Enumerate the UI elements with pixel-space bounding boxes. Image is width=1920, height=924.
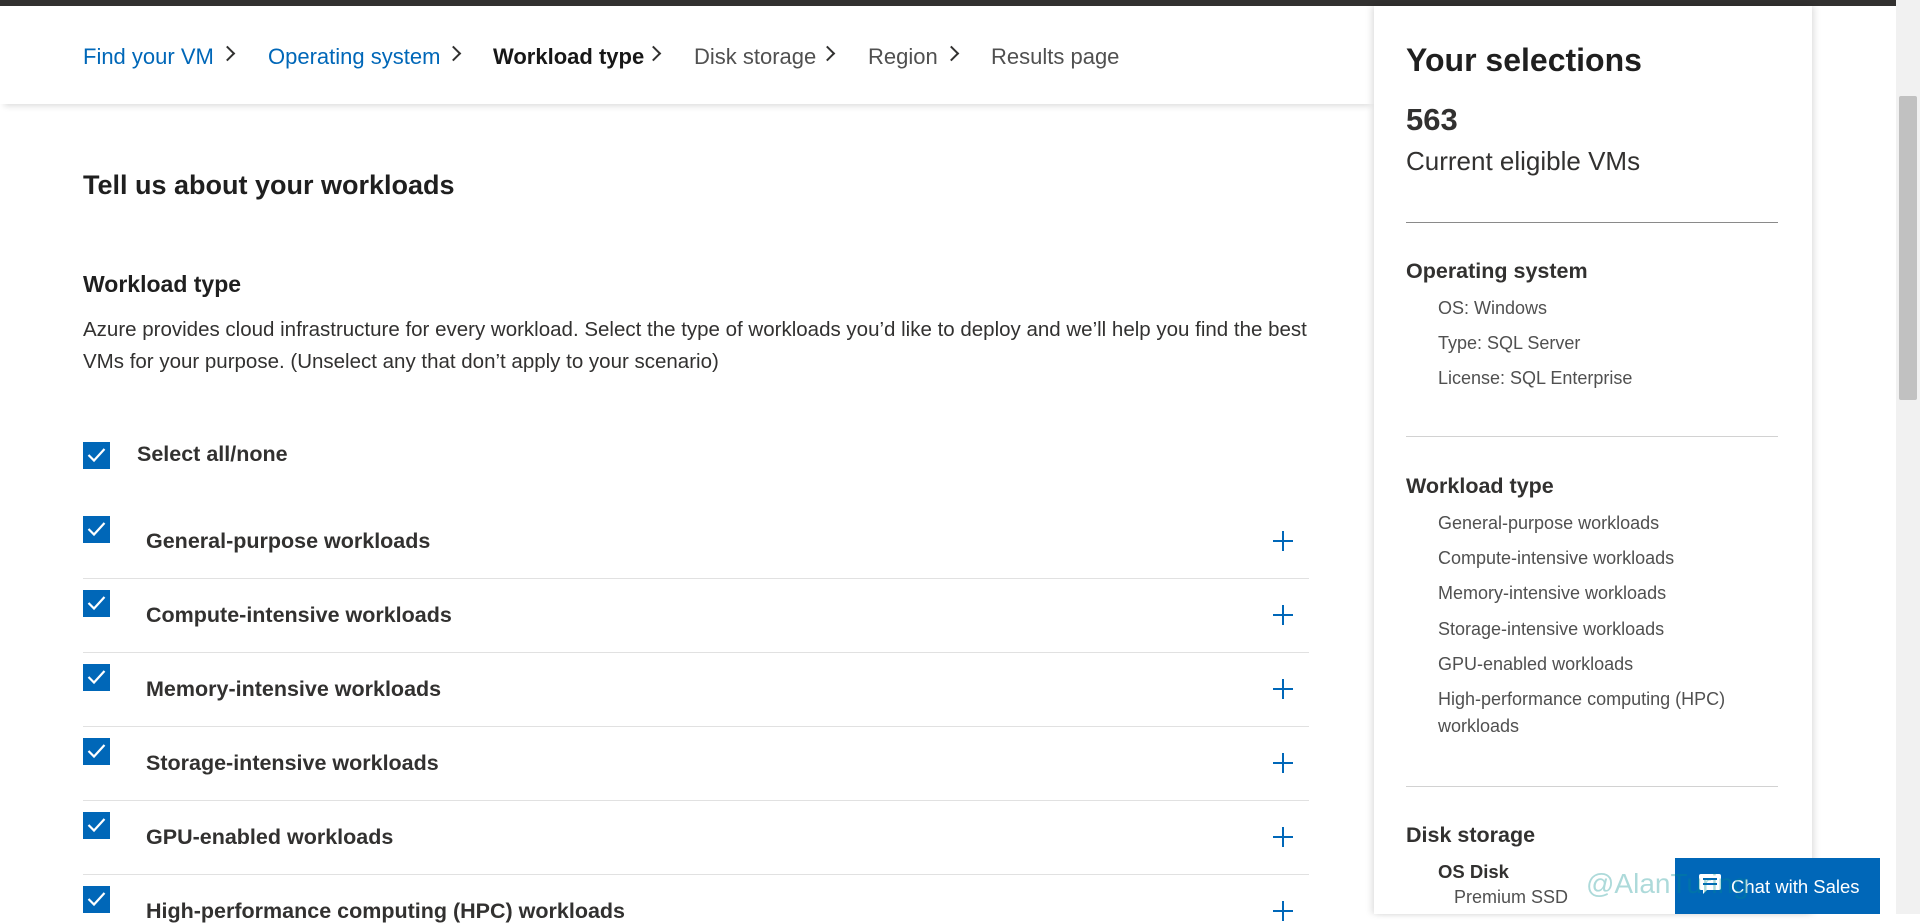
eligible-vm-count: 563 xyxy=(1406,102,1458,137)
breadcrumb-operating-system[interactable]: Operating system xyxy=(268,43,440,71)
summary-os-heading: Operating system xyxy=(1406,259,1588,283)
summary-workload-heading: Workload type xyxy=(1406,474,1554,498)
chat-label: Chat with Sales xyxy=(1731,876,1860,897)
summary-workload-item: Memory-intensive workloads xyxy=(1438,583,1667,603)
summary-disk-subheading: OS Disk xyxy=(1438,861,1509,882)
selections-panel: Your selections 563 Current eligible VMs… xyxy=(1374,6,1812,914)
page-title: Tell us about your workloads xyxy=(83,170,455,200)
workload-checkbox[interactable] xyxy=(83,812,110,839)
breadcrumb-find-your-vm[interactable]: Find your VM xyxy=(83,43,214,71)
workload-label: Compute-intensive workloads xyxy=(146,603,452,627)
selections-title: Your selections xyxy=(1406,42,1642,78)
breadcrumb-results-page[interactable]: Results page xyxy=(991,43,1119,71)
summary-workload-item: GPU-enabled workloads xyxy=(1438,654,1634,674)
summary-os-item: OS: Windows xyxy=(1438,298,1548,318)
breadcrumb-region[interactable]: Region xyxy=(868,43,938,71)
workload-row-gpu-enabled[interactable]: GPU-enabled workloads xyxy=(83,800,1309,875)
check-icon xyxy=(87,744,106,759)
check-icon xyxy=(87,522,106,537)
section-title: Workload type xyxy=(83,271,242,297)
workload-checkbox[interactable] xyxy=(83,590,110,617)
check-icon xyxy=(87,670,106,685)
chevron-right-icon xyxy=(645,45,662,62)
workload-label: High-performance computing (HPC) workloa… xyxy=(146,899,626,923)
workload-row-storage-intensive[interactable]: Storage-intensive workloads xyxy=(83,726,1309,801)
workload-row-general-purpose[interactable]: General-purpose workloads xyxy=(83,504,1309,579)
workload-checkbox[interactable] xyxy=(83,664,110,691)
workload-checkbox[interactable] xyxy=(83,886,110,913)
chevron-right-icon xyxy=(219,45,236,62)
workload-row-compute-intensive[interactable]: Compute-intensive workloads xyxy=(83,578,1309,653)
workload-label: Storage-intensive workloads xyxy=(146,751,439,775)
summary-workload-item: Storage-intensive workloads xyxy=(1438,619,1665,639)
breadcrumb: Find your VM Operating system Workload t… xyxy=(0,6,1374,104)
workload-row-memory-intensive[interactable]: Memory-intensive workloads xyxy=(83,652,1309,727)
chevron-right-icon xyxy=(445,45,462,62)
watermark: @AlanTuring xyxy=(1586,868,1749,899)
eligible-vm-label: Current eligible VMs xyxy=(1406,146,1641,176)
divider xyxy=(1406,786,1778,787)
scrollbar-thumb[interactable] xyxy=(1899,96,1917,400)
summary-workload-item: Compute-intensive workloads xyxy=(1438,548,1675,568)
summary-disk-item: Premium SSD xyxy=(1454,887,1569,907)
chevron-right-icon xyxy=(943,45,960,62)
divider xyxy=(1406,436,1778,437)
summary-os-item: License: SQL Enterprise xyxy=(1438,368,1633,388)
check-icon xyxy=(87,818,106,833)
workload-label: Memory-intensive workloads xyxy=(146,677,442,701)
plus-icon[interactable] xyxy=(1273,679,1293,699)
plus-icon[interactable] xyxy=(1273,605,1293,625)
plus-icon[interactable] xyxy=(1273,753,1293,773)
section-description: Azure provides cloud infrastructure for … xyxy=(83,318,1307,373)
workload-checkbox[interactable] xyxy=(83,516,110,543)
chevron-right-icon xyxy=(819,45,836,62)
summary-workload-item: General-purpose workloads xyxy=(1438,513,1660,533)
select-all-checkbox[interactable] xyxy=(83,442,110,469)
summary-os-item: Type: SQL Server xyxy=(1438,333,1581,353)
summary-disk-heading: Disk storage xyxy=(1406,823,1536,847)
summary-workload-item: High-performance computing (HPC) workloa… xyxy=(1438,689,1726,736)
select-all-label[interactable]: Select all/none xyxy=(137,442,288,467)
divider xyxy=(1406,222,1778,223)
check-icon xyxy=(87,448,106,463)
breadcrumb-disk-storage[interactable]: Disk storage xyxy=(694,43,816,71)
breadcrumb-workload-type: Workload type xyxy=(493,44,645,69)
workload-label: General-purpose workloads xyxy=(146,529,431,553)
workload-label: GPU-enabled workloads xyxy=(146,825,394,849)
plus-icon[interactable] xyxy=(1273,531,1293,551)
check-icon xyxy=(87,892,106,907)
workload-row-hpc[interactable]: High-performance computing (HPC) workloa… xyxy=(83,874,1309,923)
workload-checkbox[interactable] xyxy=(83,738,110,765)
check-icon xyxy=(87,596,106,611)
plus-icon[interactable] xyxy=(1273,901,1293,921)
plus-icon[interactable] xyxy=(1273,827,1293,847)
